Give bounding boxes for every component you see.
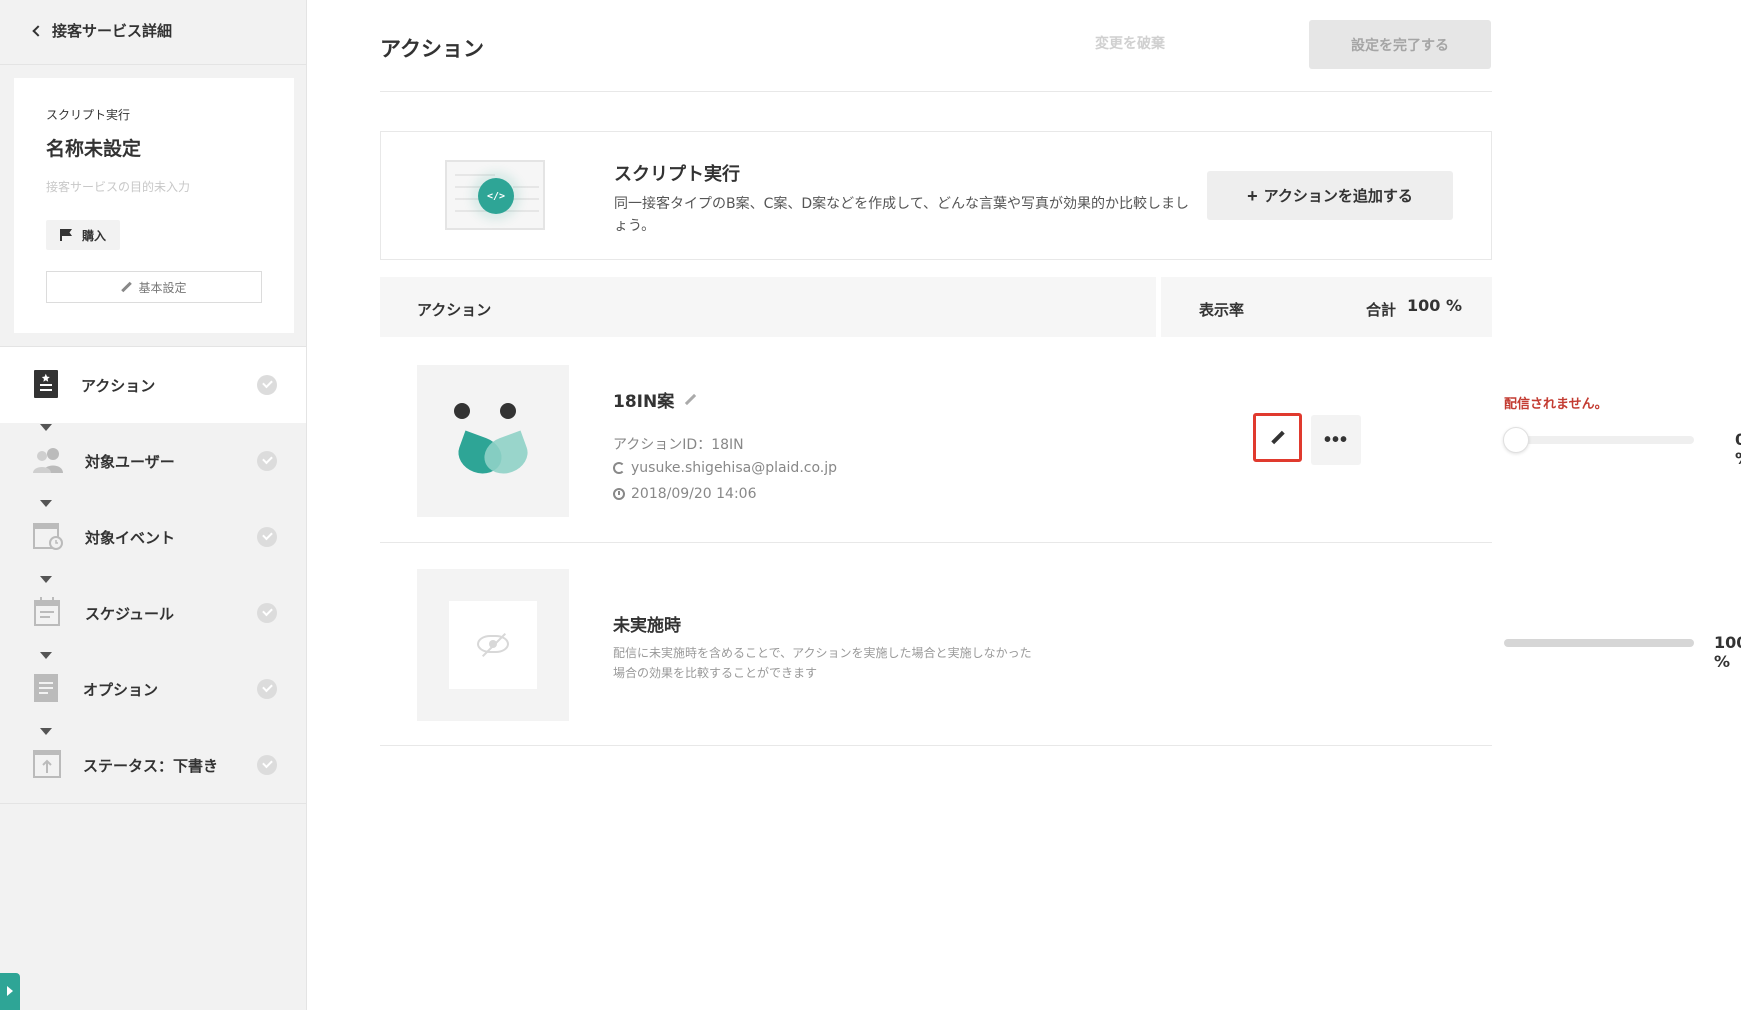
step-options[interactable]: オプション (0, 651, 306, 735)
rate-bar (1504, 639, 1694, 647)
rename-pencil-icon[interactable] (684, 394, 696, 406)
script-title: スクリプト実行 (614, 164, 740, 185)
step-nav: アクション 対象ユーザー 対象イベント スケジュール オプション ステータス：下… (0, 347, 306, 803)
step-target-users[interactable]: 対象ユーザー (0, 423, 306, 507)
column-header-rate: 表示率 (1199, 301, 1245, 319)
service-type: スクリプト実行 (46, 108, 131, 122)
basic-settings-label: 基本設定 (138, 280, 187, 295)
action-title: 18IN案 (613, 387, 696, 412)
chevron-left-icon (32, 24, 44, 37)
caret-down-icon (40, 424, 52, 431)
edit-action-button[interactable] (1253, 413, 1302, 462)
column-header-action: アクション (417, 301, 492, 319)
step-status[interactable]: ステータス：下書き (0, 727, 306, 803)
check-circle-icon (257, 679, 277, 699)
action-id: アクションID：18IN (613, 434, 744, 454)
control-title: 未実施時 (613, 611, 681, 636)
service-name: 名称未設定 (46, 138, 142, 160)
sync-icon (613, 462, 625, 474)
step-label: 対象イベント (85, 529, 176, 547)
check-circle-icon (257, 603, 277, 623)
check-circle-icon (257, 527, 277, 547)
divider (0, 803, 306, 804)
caret-down-icon (40, 500, 52, 507)
divider (0, 64, 306, 65)
check-circle-icon (257, 451, 277, 471)
service-goal: 接客サービスの目的未入力 (46, 180, 191, 194)
action-id-text: アクションID：18IN (613, 437, 744, 453)
more-horizontal-icon: ••• (1323, 428, 1348, 451)
action-thumbnail[interactable] (417, 365, 569, 517)
page-title: アクション (380, 37, 484, 61)
script-thumbnail: </> (445, 160, 545, 230)
add-action-label: アクションを追加する (1263, 188, 1413, 205)
action-icon (34, 370, 58, 398)
discard-changes-button[interactable]: 変更を破棄 (1095, 33, 1165, 53)
step-label: ステータス：下書き (83, 757, 219, 775)
pencil-icon (121, 282, 132, 293)
total-label: 合計 (1366, 301, 1397, 319)
complete-settings-button[interactable]: 設定を完了する (1309, 20, 1491, 69)
script-info-card: </> スクリプト実行 同一接客タイプのB案、C案、D案などを作成して、どんな言… (380, 131, 1492, 260)
step-label: オプション (83, 681, 159, 699)
add-action-button[interactable]: + アクションを追加する (1207, 171, 1453, 220)
table-row: 未実施時 配信に未実施時を含めることで、アクションを実施した場合と実施しなかった… (380, 543, 1492, 746)
main-content: アクション 変更を破棄 設定を完了する </> スクリプト実行 同一接客タイプの… (307, 0, 1741, 1010)
updated-date: 2018/09/20 14:06 (631, 486, 757, 502)
caret-down-icon (40, 652, 52, 659)
control-thumbnail (417, 569, 569, 721)
check-circle-icon (257, 375, 277, 395)
check-circle-icon (257, 755, 277, 775)
caret-down-icon (40, 728, 52, 735)
eye-off-icon (477, 635, 509, 653)
table-header-action: アクション (380, 277, 1156, 337)
rate-slider-handle[interactable] (1503, 427, 1529, 453)
face-mouth (453, 430, 533, 480)
options-icon (34, 674, 58, 702)
total-value: 100 % (1407, 296, 1462, 315)
action-name: 18IN案 (613, 392, 675, 412)
back-link[interactable]: 接客サービス詳細 (30, 20, 172, 41)
step-label: スケジュール (85, 605, 174, 623)
pencil-icon (1271, 431, 1285, 445)
step-schedule[interactable]: スケジュール (0, 575, 306, 659)
calendar-icon (34, 597, 60, 626)
sidebar: 接客サービス詳細 スクリプト実行 名称未設定 接客サービスの目的未入力 購入 基… (0, 0, 307, 1010)
basic-settings-button[interactable]: 基本設定 (46, 271, 262, 303)
rate-percent: 100 % (1714, 633, 1741, 671)
rate-percent: 0 % (1735, 430, 1741, 468)
flag-icon (60, 229, 74, 241)
control-name: 未実施時 (613, 616, 681, 636)
divider (380, 91, 1492, 92)
goal-badge: 購入 (46, 220, 121, 250)
summary-card: スクリプト実行 名称未設定 接客サービスの目的未入力 購入 基本設定 (14, 78, 294, 333)
action-date: 2018/09/20 14:06 (613, 486, 757, 502)
code-icon: </> (478, 178, 514, 214)
clock-icon (613, 488, 625, 500)
not-delivered-warning: 配信されません。 (1504, 397, 1608, 412)
caret-down-icon (40, 576, 52, 583)
action-updater: yusuke.shigehisa@plaid.co.jp (613, 460, 837, 476)
expand-sidebar-button[interactable] (0, 973, 20, 1010)
plus-icon: + (1247, 185, 1258, 206)
back-link-label: 接客サービス詳細 (52, 22, 173, 40)
face-eye (454, 403, 470, 419)
step-label: 対象ユーザー (85, 453, 175, 471)
table-header-rate: 表示率 合計 100 % (1161, 277, 1492, 337)
script-description: 同一接客タイプのB案、C案、D案などを作成して、どんな言葉や写真が効果的か比較し… (614, 196, 1190, 234)
face-eye (500, 403, 516, 419)
step-target-event[interactable]: 対象イベント (0, 499, 306, 583)
control-description: 配信に未実施時を含めることで、アクションを実施した場合と実施しなかった場合の効果… (613, 646, 1032, 680)
event-icon (33, 523, 63, 550)
rate-slider-track[interactable] (1504, 436, 1694, 444)
updater-email: yusuke.shigehisa@plaid.co.jp (631, 460, 838, 476)
step-action[interactable]: アクション (0, 347, 306, 431)
more-options-button[interactable]: ••• (1311, 415, 1361, 465)
goal-badge-label: 購入 (82, 228, 107, 243)
step-label: アクション (81, 377, 156, 395)
users-icon (33, 448, 63, 473)
status-icon (33, 750, 61, 778)
